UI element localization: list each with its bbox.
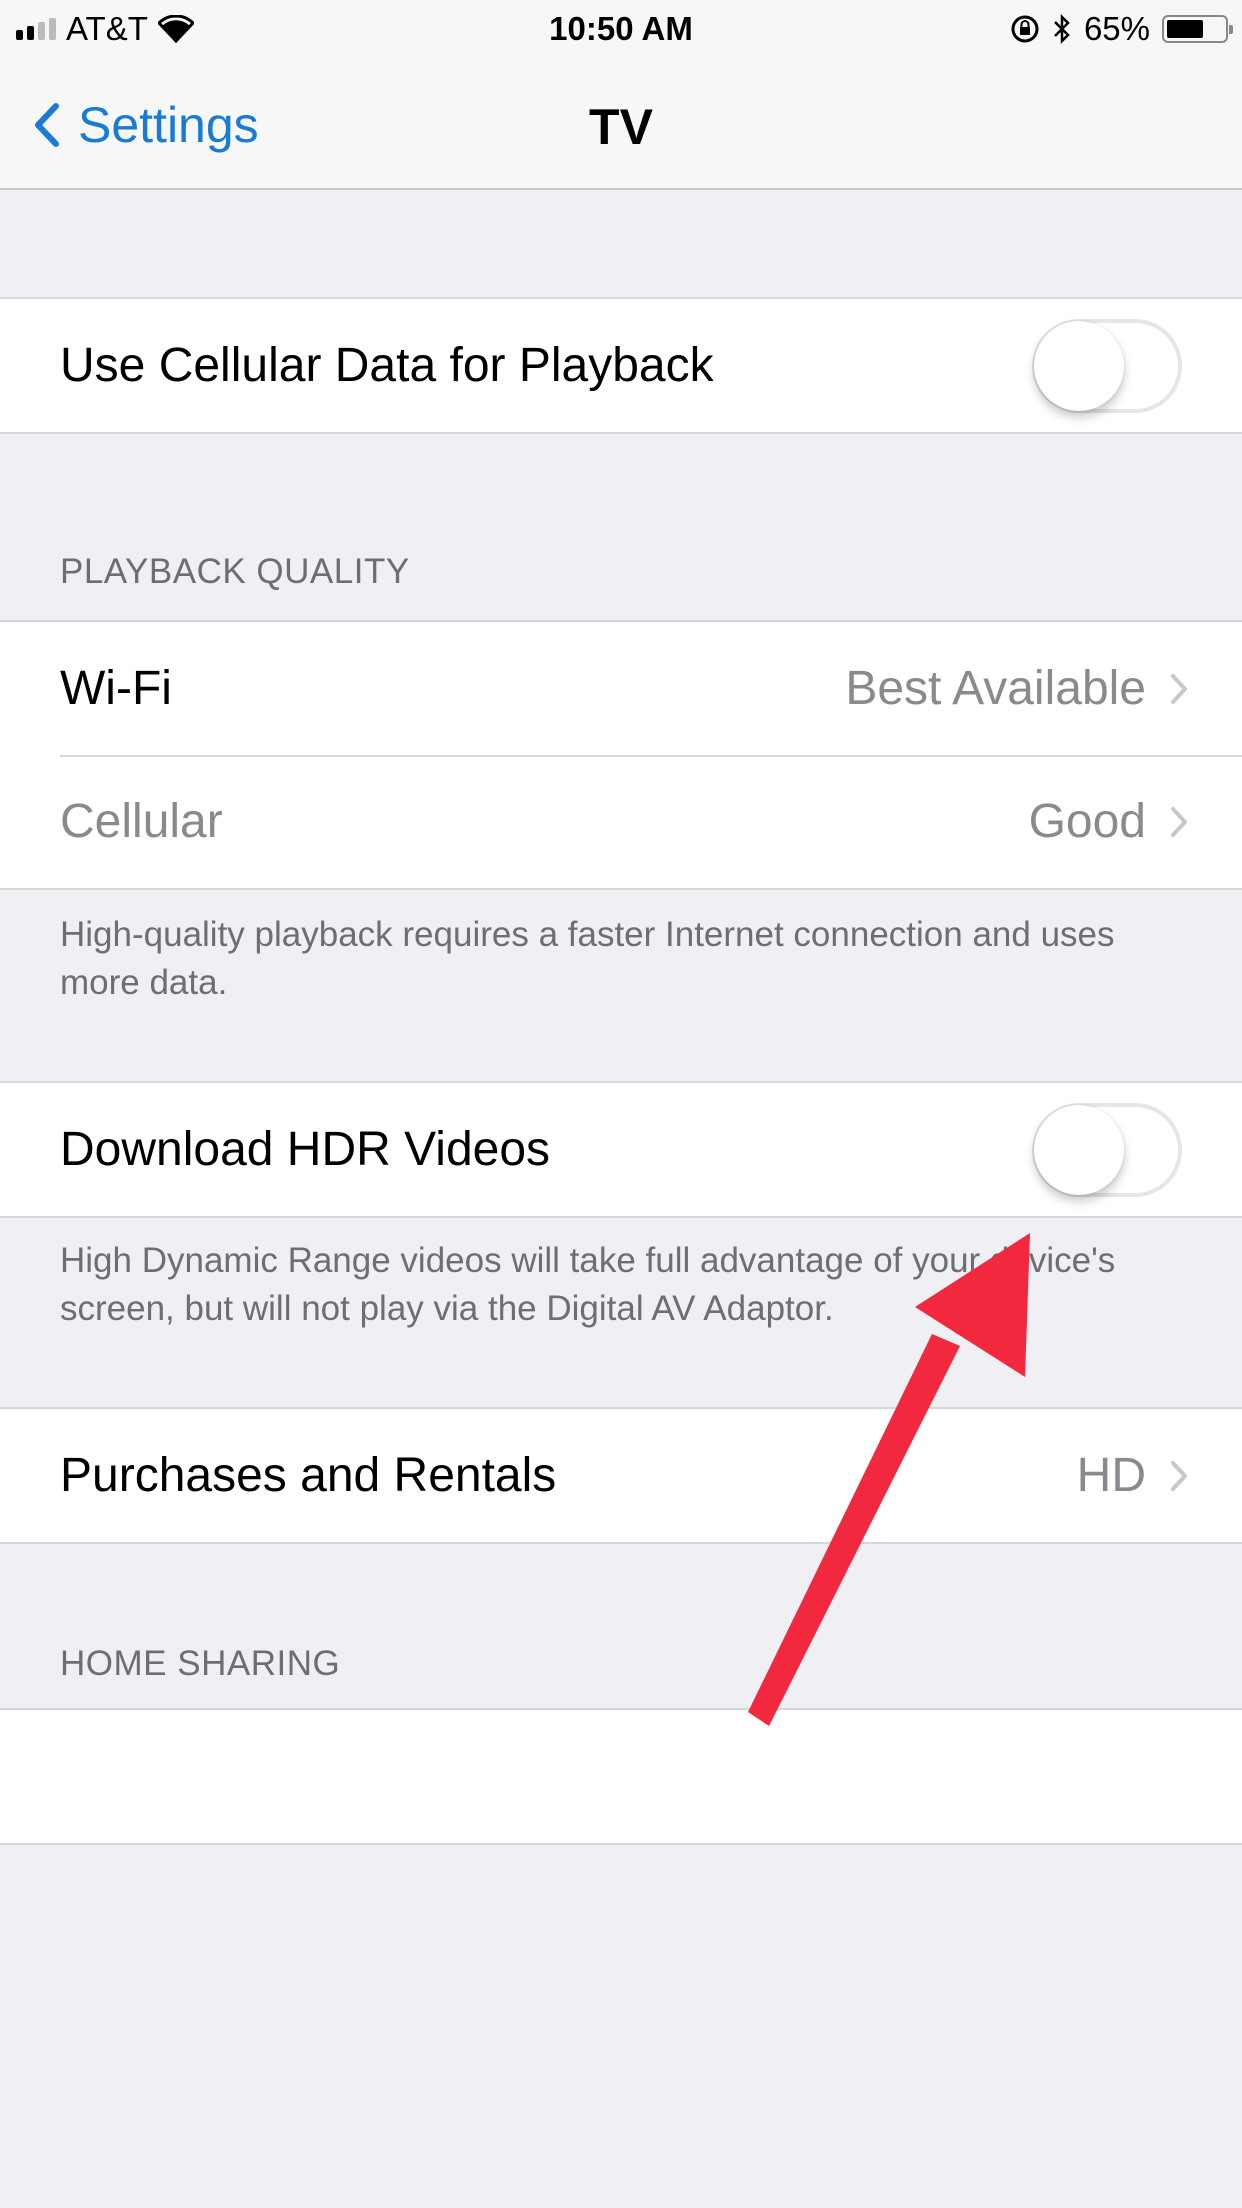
hdr-toggle[interactable] bbox=[1032, 1102, 1182, 1197]
page-title: TV bbox=[589, 99, 653, 155]
hdr-group: Download HDR Videos bbox=[0, 1081, 1242, 1218]
home-sharing-group bbox=[0, 1708, 1242, 1845]
status-bar: AT&T 10:50 AM 65% bbox=[0, 0, 1242, 62]
purchases-group: Purchases and Rentals HD bbox=[0, 1407, 1242, 1544]
toggle-knob bbox=[1034, 1104, 1124, 1195]
cellular-playback-row: Use Cellular Data for Playback bbox=[0, 299, 1242, 432]
cellular-quality-row[interactable]: Cellular Good bbox=[0, 755, 1242, 888]
bluetooth-icon bbox=[1054, 13, 1070, 45]
wifi-quality-value: Best Available bbox=[845, 662, 1146, 715]
wifi-quality-label: Wi-Fi bbox=[60, 662, 172, 715]
navigation-bar: Settings TV bbox=[0, 62, 1242, 190]
playback-quality-group: Wi-Fi Best Available Cellular Good bbox=[0, 620, 1242, 890]
battery-fill bbox=[1167, 20, 1203, 38]
cellular-playback-group: Use Cellular Data for Playback bbox=[0, 297, 1242, 434]
chevron-right-icon bbox=[1170, 1460, 1188, 1492]
section-header-playback-quality: PLAYBACK QUALITY bbox=[60, 552, 410, 591]
cellular-quality-label: Cellular bbox=[60, 795, 223, 848]
toggle-knob bbox=[1034, 320, 1124, 411]
chevron-right-icon bbox=[1170, 806, 1188, 838]
chevron-right-icon bbox=[1170, 673, 1188, 705]
wifi-quality-row[interactable]: Wi-Fi Best Available bbox=[0, 622, 1242, 755]
playback-quality-footer: High-quality playback requires a faster … bbox=[60, 915, 1115, 1002]
cellular-playback-toggle[interactable] bbox=[1032, 318, 1182, 413]
cellular-quality-value: Good bbox=[1028, 795, 1146, 848]
battery-percent: 65% bbox=[1083, 10, 1150, 47]
hdr-row: Download HDR Videos bbox=[0, 1083, 1242, 1216]
hdr-footer: High Dynamic Range videos will take full… bbox=[60, 1241, 1116, 1328]
purchases-row[interactable]: Purchases and Rentals HD bbox=[0, 1409, 1242, 1542]
purchases-value: HD bbox=[1076, 1449, 1146, 1502]
battery-icon bbox=[1162, 15, 1233, 43]
home-sharing-row[interactable] bbox=[0, 1710, 1242, 1843]
purchases-label: Purchases and Rentals bbox=[60, 1449, 557, 1502]
rotation-lock-icon bbox=[1011, 15, 1039, 43]
section-header-home-sharing: HOME SHARING bbox=[60, 1644, 341, 1683]
